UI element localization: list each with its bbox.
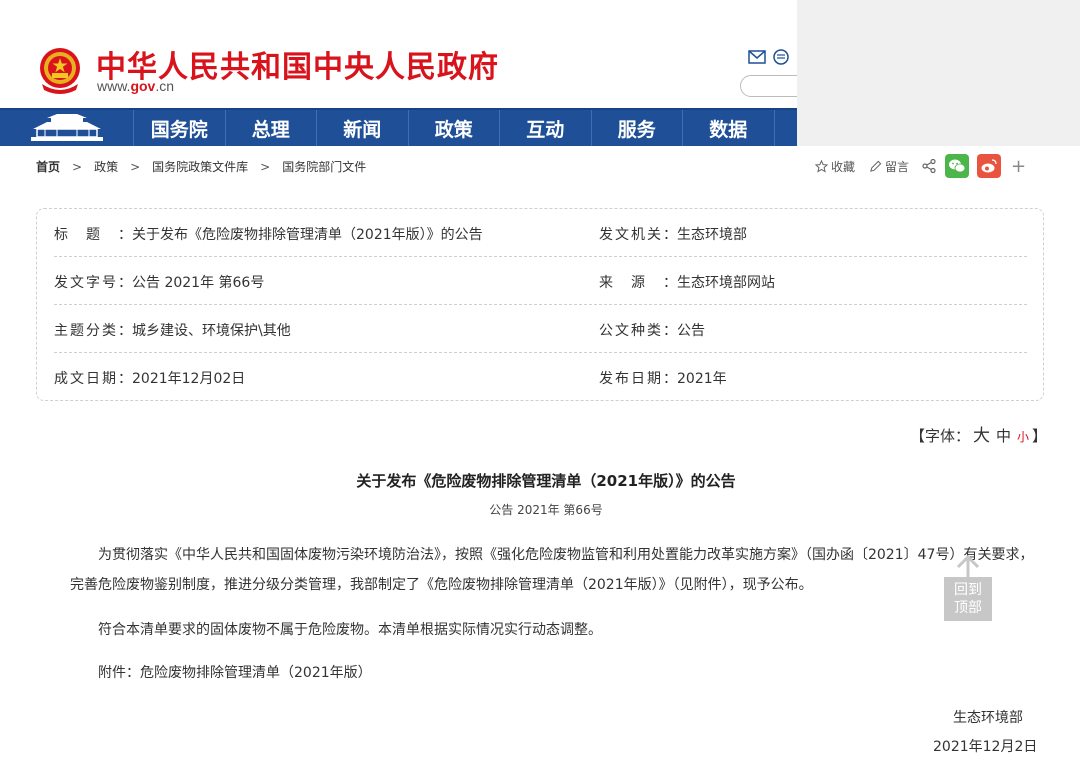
info-value: 2021年12月02日 (132, 371, 246, 387)
info-label: 来源： (599, 275, 677, 291)
nav-item-news[interactable]: 新闻 (317, 110, 409, 146)
font-switch-close: 】 (1032, 427, 1048, 445)
site-url-brand: gov (130, 78, 156, 94)
info-label: 发文机关： (599, 227, 677, 243)
favorite-button[interactable]: 收藏 (815, 158, 855, 175)
breadcrumb-policy[interactable]: 政策 (94, 158, 118, 175)
site-url-post: .cn (155, 78, 175, 94)
back-to-top-line1: 回到 (954, 582, 982, 598)
info-value: 关于发布《危险废物排除管理清单（2021年版）》的公告 (132, 227, 483, 243)
signature-organization: 生态环境部 (953, 710, 1023, 726)
info-value: 生态环境部 (677, 227, 747, 243)
arrow-up-icon (956, 554, 980, 579)
chevron-right-icon: > (260, 159, 271, 174)
info-label: 公文种类： (599, 323, 677, 339)
favorite-label: 收藏 (831, 159, 856, 174)
share-tools: 收藏 留言 + (815, 154, 1026, 178)
article-paragraph: 为贯彻落实《中华人民共和国固体废物污染环境防治法》，按照《强化危险废物监管和利用… (98, 547, 1034, 563)
star-icon (815, 159, 828, 173)
article-title: 关于发布《危险废物排除管理清单（2021年版）》的公告 (356, 472, 736, 490)
info-value: 公告 2021年 第66号 (132, 275, 265, 291)
weibo-share-button[interactable] (977, 154, 1002, 178)
back-to-top-line2: 顶部 (954, 600, 982, 616)
article-paragraph: 符合本清单要求的固体废物不属于危险废物。本清单根据实际情况实行动态调整。 (98, 622, 602, 638)
document-number: 公告 2021年 第66号 (489, 503, 603, 517)
attachment-link[interactable]: 附件：危险废物排除管理清单（2021年版） (98, 662, 372, 682)
message-icon[interactable] (772, 49, 790, 65)
breadcrumb-department-docs[interactable]: 国务院部门文件 (282, 158, 366, 175)
nav-item-premier[interactable]: 总理 (226, 110, 317, 146)
site-url-pre: www. (97, 78, 131, 94)
font-size-large-button[interactable]: 大 (973, 426, 990, 446)
header-icons (748, 48, 790, 66)
info-label: 发文字号： (54, 275, 132, 291)
nav-item-policy[interactable]: 政策 (409, 110, 500, 146)
grey-overlay (797, 0, 1080, 146)
weibo-icon (981, 159, 997, 173)
national-emblem-icon[interactable] (36, 46, 84, 96)
font-size-switch: 【字体：大中小】 (910, 421, 1047, 446)
comment-button[interactable]: 留言 (869, 158, 909, 175)
info-row: 发文字号： 公告 2021年 第66号 来源： 生态环境部网站 (54, 257, 1027, 305)
breadcrumb: 首页 > 政策 > 国务院政策文件库 > 国务院部门文件 (36, 158, 366, 175)
breadcrumb-policy-library[interactable]: 国务院政策文件库 (152, 158, 248, 175)
info-value: 公告 (677, 323, 705, 339)
back-to-top-label: 回到 顶部 (944, 577, 992, 621)
site-url[interactable]: www.gov.cn (97, 78, 174, 94)
wechat-share-button[interactable] (945, 154, 970, 178)
nav-home[interactable] (0, 110, 134, 146)
mail-icon[interactable] (748, 49, 766, 65)
tiananmen-icon (30, 114, 103, 141)
chevron-right-icon: > (72, 159, 83, 174)
comment-label: 留言 (885, 159, 910, 174)
font-size-small-button[interactable]: 小 (1017, 430, 1029, 444)
info-row: 成文日期： 2021年12月02日 发布日期： 2021年 (54, 353, 1027, 401)
more-button[interactable]: + (1011, 156, 1026, 177)
breadcrumb-home[interactable]: 首页 (36, 158, 60, 175)
info-label: 主题分类： (54, 323, 132, 339)
info-value: 城乡建设、环境保护\其他 (132, 323, 291, 339)
chevron-right-icon: > (130, 159, 141, 174)
nav-item-service[interactable]: 服务 (592, 110, 683, 146)
wechat-icon (949, 159, 966, 173)
info-value: 2021年 (677, 371, 727, 387)
nav-item-data[interactable]: 数据 (683, 110, 775, 146)
pencil-icon (870, 160, 882, 172)
back-to-top-button[interactable]: 回到 顶部 (944, 551, 992, 621)
main-nav: 国务院 总理 新闻 政策 互动 服务 数据 (0, 108, 797, 146)
info-value: 生态环境部网站 (677, 275, 775, 291)
info-row: 主题分类： 城乡建设、环境保护\其他 公文种类： 公告 (54, 305, 1027, 353)
info-label: 发布日期： (599, 371, 677, 387)
font-switch-open: 【字体： (910, 427, 971, 445)
nav-item-interaction[interactable]: 互动 (500, 110, 592, 146)
article-paragraph: 完善危险废物鉴别制度，推进分级分类管理，我部制定了《危险废物排除管理清单（202… (70, 577, 813, 593)
font-size-medium-button[interactable]: 中 (996, 427, 1011, 445)
nav-item-state-council[interactable]: 国务院 (134, 110, 226, 146)
info-label: 标题： (54, 227, 132, 243)
info-row: 标题： 关于发布《危险废物排除管理清单（2021年版）》的公告 发文机关： 生态… (54, 209, 1027, 257)
info-label: 成文日期： (54, 371, 132, 387)
signature-date: 2021年12月2日 (933, 739, 1038, 755)
share-icon[interactable] (921, 158, 937, 174)
document-info-table: 标题： 关于发布《危险废物排除管理清单（2021年版）》的公告 发文机关： 生态… (36, 208, 1044, 401)
